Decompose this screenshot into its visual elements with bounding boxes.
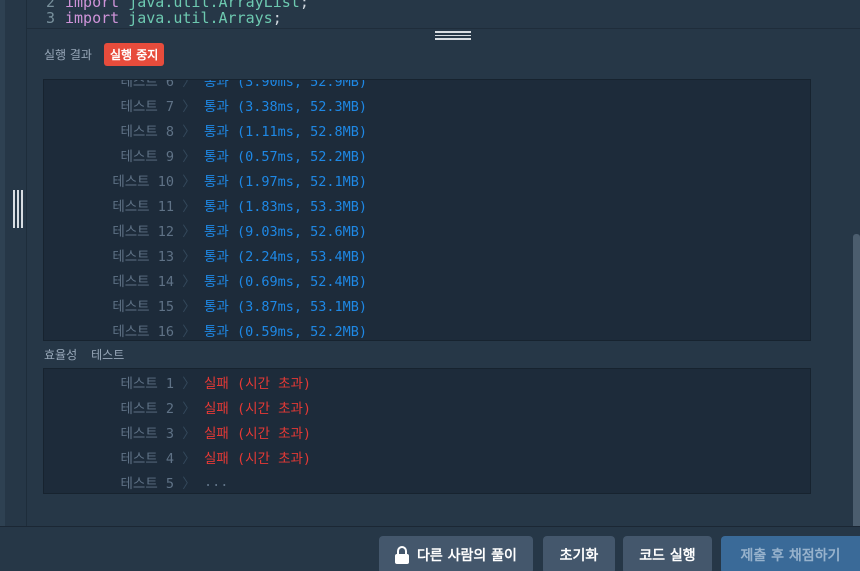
test-result: 통과 (1.97ms, 52.1MB) <box>204 173 368 190</box>
test-result-row: 테스트 15 〉 통과 (3.87ms, 53.1MB) <box>44 292 810 317</box>
reset-label: 초기화 <box>559 548 599 564</box>
test-separator: 〉 <box>182 425 196 442</box>
test-result-row: 테스트 2 〉 실패 (시간 초과) <box>44 394 810 419</box>
run-code-button[interactable]: 코드 실행 <box>623 536 712 571</box>
result-header: 실행 결과 실행 중지 <box>44 43 165 66</box>
test-separator: 〉 <box>182 223 196 240</box>
test-label: 테스트 14 <box>112 273 174 290</box>
test-separator: 〉 <box>182 148 196 165</box>
test-label: 테스트 13 <box>112 248 174 265</box>
test-result-row: 테스트 3 〉 실패 (시간 초과) <box>44 419 810 444</box>
others-solution-label: 다른 사람의 풀이 <box>417 548 517 564</box>
vertical-scrollbar[interactable] <box>853 234 860 534</box>
test-label: 테스트 10 <box>112 173 174 190</box>
test-label: 테스트 4 <box>120 450 174 467</box>
test-result: 통과 (3.90ms, 52.9MB) <box>204 79 368 90</box>
test-separator: 〉 <box>182 248 196 265</box>
submit-button[interactable]: 제출 후 채점하기 <box>721 536 860 571</box>
result-title: 실행 결과 <box>44 48 92 62</box>
test-label: 테스트 3 <box>120 425 174 442</box>
test-separator: 〉 <box>182 79 196 90</box>
test-result: 통과 (3.38ms, 52.3MB) <box>204 98 368 115</box>
accuracy-test-panel[interactable]: 테스트 6 〉 통과 (3.90ms, 52.9MB) 테스트 7 〉 통과 (3.38m… <box>43 79 811 341</box>
efficiency-section-label: 효율성 테스트 <box>44 346 124 363</box>
test-label: 테스트 16 <box>112 323 174 340</box>
test-separator: 〉 <box>182 173 196 190</box>
test-result: 통과 (9.03ms, 52.6MB) <box>204 223 368 240</box>
test-separator: 〉 <box>182 98 196 115</box>
test-result: 통과 (3.87ms, 53.1MB) <box>204 298 368 315</box>
test-result-row: 테스트 11 〉 통과 (1.83ms, 53.3MB) <box>44 192 810 217</box>
efficiency-label: 효율성 <box>44 348 78 362</box>
test-separator: 〉 <box>182 298 196 315</box>
test-result-row: 테스트 14 〉 통과 (0.69ms, 52.4MB) <box>44 267 810 292</box>
test-result: 통과 (0.69ms, 52.4MB) <box>204 273 368 290</box>
test-label: 테스트 11 <box>112 198 174 215</box>
test-result: 실패 (시간 초과) <box>204 425 312 442</box>
code-semicolon: ; <box>299 0 309 11</box>
test-result-row: 테스트 9 〉 통과 (0.57ms, 52.2MB) <box>44 142 810 167</box>
test-separator: 〉 <box>182 123 196 140</box>
test-result: 실패 (시간 초과) <box>204 375 312 392</box>
test-label: 테스트 8 <box>120 123 174 140</box>
test-result-row: 테스트 4 〉 실패 (시간 초과) <box>44 444 810 469</box>
code-keyword: import <box>65 9 120 27</box>
test-result: 통과 (1.83ms, 53.3MB) <box>204 198 368 215</box>
test-result-row: 테스트 1 〉 실패 (시간 초과) <box>44 369 810 394</box>
test-label: 테스트 9 <box>120 148 174 165</box>
test-label: 테스트 5 <box>120 475 174 492</box>
test-separator: 〉 <box>182 400 196 417</box>
code-editor[interactable]: 2 import java.util.ArrayList; 3 import j… <box>27 0 860 28</box>
horizontal-resize-handle[interactable] <box>435 31 471 41</box>
code-package: java.util.Arrays <box>128 9 273 27</box>
test-result: 통과 (0.57ms, 52.2MB) <box>204 148 368 165</box>
test-result: 실패 (시간 초과) <box>204 450 312 467</box>
stop-execution-button[interactable]: 실행 중지 <box>103 43 165 66</box>
test-result-row: 테스트 7 〉 통과 (3.38ms, 52.3MB) <box>44 92 810 117</box>
test-separator: 〉 <box>182 198 196 215</box>
test-label: 테스트 1 <box>120 375 174 392</box>
test-label: 테스트 2 <box>120 400 174 417</box>
test-separator: 〉 <box>182 450 196 467</box>
efficiency-test-label: 테스트 <box>91 348 125 362</box>
test-separator: 〉 <box>182 375 196 392</box>
code-line: 3 import java.util.Arrays; <box>27 7 282 28</box>
test-separator: 〉 <box>182 273 196 290</box>
test-label: 테스트 7 <box>120 98 174 115</box>
test-result-row: 테스트 12 〉 통과 (9.03ms, 52.6MB) <box>44 217 810 242</box>
test-result: 통과 (2.24ms, 53.4MB) <box>204 248 368 265</box>
vertical-resize-handle[interactable] <box>13 190 23 228</box>
test-result-row: 테스트 16 〉 통과 (0.59ms, 52.2MB) <box>44 317 810 340</box>
test-separator: 〉 <box>182 475 196 492</box>
lock-icon <box>395 546 410 564</box>
others-solution-button[interactable]: 다른 사람의 풀이 <box>379 536 533 571</box>
left-panel-splitter[interactable] <box>0 0 5 571</box>
submit-label: 제출 후 채점하기 <box>740 548 841 564</box>
test-result-row: 테스트 5 〉... <box>44 469 810 493</box>
test-result-row: 테스트 8 〉 통과 (1.11ms, 52.8MB) <box>44 117 810 142</box>
run-code-label: 코드 실행 <box>639 548 696 564</box>
test-label: 테스트 15 <box>112 298 174 315</box>
test-result: 통과 (0.59ms, 52.2MB) <box>204 323 368 340</box>
test-result: 통과 (1.11ms, 52.8MB) <box>204 123 368 140</box>
test-label: 테스트 6 <box>120 79 174 90</box>
line-number: 3 <box>45 9 55 27</box>
reset-button[interactable]: 초기화 <box>543 536 615 571</box>
test-result-row: 테스트 13 〉 통과 (2.24ms, 53.4MB) <box>44 242 810 267</box>
code-semicolon: ; <box>272 9 282 27</box>
test-result-row: 테스트 10 〉 통과 (1.97ms, 52.1MB) <box>44 167 810 192</box>
test-label: 테스트 12 <box>112 223 174 240</box>
test-separator: 〉 <box>182 323 196 340</box>
efficiency-test-panel[interactable]: 테스트 1 〉 실패 (시간 초과) 테스트 2 〉 실패 (시간 초과) 테스트 3 〉 실패… <box>43 368 811 494</box>
test-result: 실패 (시간 초과) <box>204 400 312 417</box>
test-result: ... <box>204 473 229 490</box>
editor-divider <box>27 28 860 29</box>
test-result-row: 테스트 6 〉 통과 (3.90ms, 52.9MB) <box>44 79 810 92</box>
efficiency-test-list: 테스트 1 〉 실패 (시간 초과) 테스트 2 〉 실패 (시간 초과) 테스트 3 〉 실패… <box>44 369 810 493</box>
accuracy-test-list: 테스트 6 〉 통과 (3.90ms, 52.9MB) 테스트 7 〉 통과 (3.38m… <box>44 79 810 340</box>
